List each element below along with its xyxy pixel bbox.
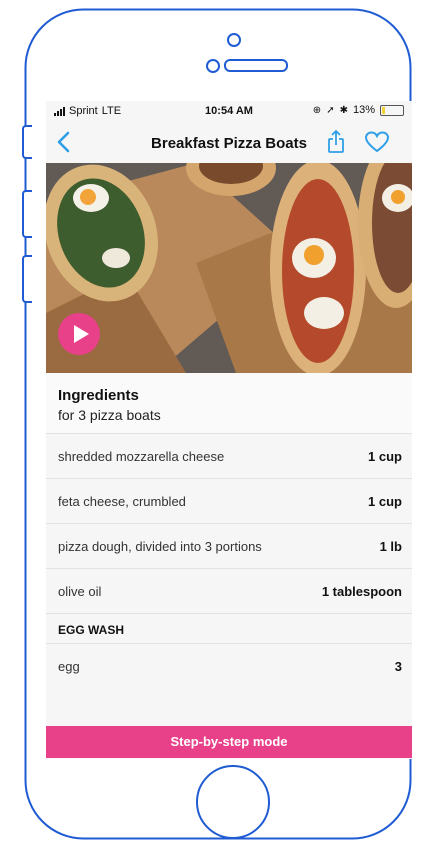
earpiece-speaker: [224, 59, 288, 72]
ingredient-quantity: 1 cup: [368, 449, 402, 464]
ingredient-name: olive oil: [58, 584, 102, 599]
home-button[interactable]: [196, 765, 270, 839]
battery-icon: [380, 104, 404, 116]
food-photo: [46, 163, 412, 373]
proximity-sensor: [227, 33, 241, 47]
servings-label: for 3 pizza boats: [58, 407, 161, 423]
status-bar: Sprint LTE 10:54 AM ⊕ ➚ ✱ 13%: [46, 101, 412, 123]
volume-up-button: [22, 190, 32, 238]
ingredient-name: shredded mozzarella cheese: [58, 449, 225, 464]
ingredient-row: pizza dough, divided into 3 portions 1 l…: [46, 523, 412, 568]
ingredient-row: feta cheese, crumbled 1 cup: [46, 478, 412, 523]
step-by-step-mode-button[interactable]: Step-by-step mode: [46, 726, 412, 758]
section-header: EGG WASH: [46, 613, 412, 643]
ingredient-quantity: 3: [394, 659, 402, 674]
volume-down-button: [22, 255, 32, 303]
section-label: EGG WASH: [58, 623, 125, 637]
navigation-bar: Breakfast Pizza Boats: [46, 123, 412, 163]
recipe-video-thumbnail[interactable]: [46, 163, 412, 373]
heart-icon[interactable]: [364, 130, 390, 154]
bluetooth-icon: ✱: [339, 104, 348, 116]
ingredients-title: Ingredients: [58, 387, 139, 404]
ingredient-quantity: 1 lb: [379, 539, 402, 554]
location-icon: ➚: [326, 104, 335, 116]
ingredient-quantity: 1 cup: [368, 494, 402, 509]
ingredient-row: olive oil 1 tablespoon: [46, 568, 412, 613]
ingredient-name: egg: [58, 659, 80, 674]
play-video-button[interactable]: [58, 313, 100, 355]
lock-rotation-icon: ⊕: [312, 104, 322, 116]
ingredient-name: feta cheese, crumbled: [58, 494, 186, 509]
mute-switch: [22, 125, 32, 159]
ingredient-quantity: 1 tablespoon: [321, 584, 402, 599]
play-icon: [74, 325, 89, 343]
ingredients-header: Ingredients for 3 pizza boats: [46, 373, 412, 433]
app-screen: Sprint LTE 10:54 AM ⊕ ➚ ✱ 13% Breakfast …: [46, 101, 412, 759]
front-camera: [206, 59, 220, 73]
ingredient-row: egg 3: [46, 643, 412, 683]
ingredient-name: pizza dough, divided into 3 portions: [58, 539, 262, 554]
share-icon[interactable]: [324, 129, 348, 155]
ingredient-row: shredded mozzarella cheese 1 cup: [46, 433, 412, 478]
page-title: Breakfast Pizza Boats: [151, 135, 307, 152]
ingredient-list: shredded mozzarella cheese 1 cup feta ch…: [46, 433, 412, 683]
battery-percent: 13%: [352, 104, 375, 116]
